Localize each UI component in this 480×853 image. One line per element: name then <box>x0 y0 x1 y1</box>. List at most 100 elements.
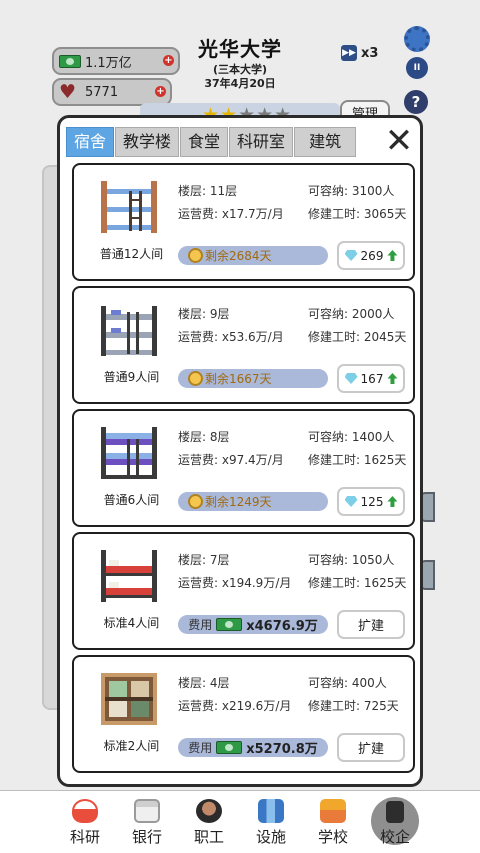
school-icon <box>320 799 346 823</box>
gem-cost: 167 <box>360 371 384 386</box>
construction-progress: 剩余1249天 <box>178 492 328 511</box>
bunk-bed-9-icon <box>101 306 157 356</box>
speed-value: x3 <box>361 45 379 61</box>
capacity-label: 可容纳: <box>308 184 352 198</box>
gem-cost: 269 <box>360 248 384 263</box>
clock-icon <box>188 494 203 509</box>
floors-label: 楼层: <box>178 553 210 567</box>
room-name: 普通12人间 <box>99 247 164 261</box>
build-time-value: 1625天 <box>363 576 407 590</box>
dormitory-dialog: 宿舍 教学楼 食堂 科研室 建筑 ✕ 普通12人间 楼层: 11层 可容纳: 3… <box>57 115 423 787</box>
capacity-value: 2000人 <box>351 307 395 321</box>
bunk-bed-2-icon <box>101 673 157 725</box>
capacity-value: 1400人 <box>351 430 395 444</box>
nav-label: 科研 <box>69 828 100 846</box>
capacity-value: 1050人 <box>351 553 395 567</box>
op-cost-value: x194.9万/月 <box>221 576 292 590</box>
expand-button[interactable]: 扩建 <box>337 733 405 762</box>
floors-label: 楼层: <box>178 430 210 444</box>
diamond-icon <box>344 250 358 261</box>
floors-value: 11层 <box>209 184 238 198</box>
room-name: 普通9人间 <box>103 370 160 384</box>
speed-up-button[interactable]: 167 <box>337 364 405 393</box>
capacity-label: 可容纳: <box>308 307 352 321</box>
floors-label: 楼层: <box>178 676 210 690</box>
build-time-value: 3065天 <box>363 207 407 221</box>
room-card: 标准2人间 楼层: 4层 可容纳: 400人 运营费: x219.6万/月 修建… <box>72 655 415 773</box>
clock-icon <box>188 248 203 263</box>
cost-amount: x4676.9万 <box>246 619 318 634</box>
room-name: 标准4人间 <box>103 616 160 630</box>
floors-value: 8层 <box>209 430 230 444</box>
settings-gear-icon[interactable] <box>404 26 430 52</box>
nav-enterprise[interactable]: 校企 <box>364 791 426 853</box>
op-cost-label: 运营费: <box>178 453 222 467</box>
room-name: 普通6人间 <box>103 493 160 507</box>
nav-staff[interactable]: 职工 <box>178 791 240 853</box>
room-card: 普通9人间 楼层: 9层 可容纳: 2000人 运营费: x53.6万/月 修建… <box>72 286 415 404</box>
op-cost-label: 运营费: <box>178 699 222 713</box>
nav-label: 设施 <box>255 828 286 846</box>
tab-dormitory[interactable]: 宿舍 <box>66 127 115 157</box>
nav-label: 银行 <box>131 828 162 846</box>
close-icon[interactable]: ✕ <box>382 124 416 158</box>
tab-building[interactable]: 建筑 <box>294 127 357 157</box>
op-cost-value: x17.7万/月 <box>221 207 284 221</box>
room-card: 普通6人间 楼层: 8层 可容纳: 1400人 运营费: x97.4万/月 修建… <box>72 409 415 527</box>
floors-value: 9层 <box>209 307 230 321</box>
tab-research-room[interactable]: 科研室 <box>229 127 294 157</box>
up-arrow-icon <box>387 496 398 507</box>
floors-value: 7层 <box>209 553 230 567</box>
diamond-icon <box>344 496 358 507</box>
capacity-label: 可容纳: <box>308 676 352 690</box>
speed-up-button[interactable]: 269 <box>337 241 405 270</box>
nav-facility[interactable]: 设施 <box>240 791 302 853</box>
build-time-label: 修建工时: <box>308 453 364 467</box>
bunk-bed-6-icon <box>101 427 157 479</box>
bank-icon <box>134 799 160 823</box>
build-time-label: 修建工时: <box>308 207 364 221</box>
build-cost: 费用 x4676.9万 <box>178 615 328 634</box>
gem-cost: 125 <box>360 494 384 509</box>
op-cost-label: 运营费: <box>178 330 222 344</box>
up-arrow-icon <box>387 373 398 384</box>
nav-label: 校企 <box>379 828 410 846</box>
construction-progress: 剩余2684天 <box>178 246 328 265</box>
floors-value: 4层 <box>209 676 230 690</box>
remaining-days: 剩余2684天 <box>205 249 272 263</box>
capacity-value: 400人 <box>351 676 387 690</box>
nav-bank[interactable]: 银行 <box>116 791 178 853</box>
cash-icon <box>216 741 243 754</box>
nav-label: 职工 <box>193 828 224 846</box>
room-name: 标准2人间 <box>103 739 160 753</box>
up-arrow-icon <box>387 250 398 261</box>
op-cost-label: 运营费: <box>178 576 222 590</box>
remaining-days: 剩余1249天 <box>205 495 272 509</box>
build-cost: 费用 x5270.8万 <box>178 738 328 757</box>
build-time-value: 1625天 <box>363 453 407 467</box>
bunk-bed-12-icon <box>101 181 157 233</box>
clock-icon <box>188 371 203 386</box>
cost-label: 费用 <box>188 618 213 632</box>
game-date: 37年4月20日 <box>204 77 276 90</box>
pause-icon[interactable]: II <box>406 57 428 79</box>
lock-icon <box>386 801 404 823</box>
speed-control[interactable]: ▶▶ x3 <box>341 45 378 61</box>
op-cost-value: x219.6万/月 <box>221 699 292 713</box>
cost-amount: x5270.8万 <box>246 742 318 757</box>
expand-button[interactable]: 扩建 <box>337 610 405 639</box>
room-card: 普通12人间 楼层: 11层 可容纳: 3100人 运营费: x17.7万/月 … <box>72 163 415 281</box>
cash-icon <box>216 618 243 631</box>
nav-school[interactable]: 学校 <box>302 791 364 853</box>
build-time-label: 修建工时: <box>308 576 364 590</box>
speed-up-button[interactable]: 125 <box>337 487 405 516</box>
tab-canteen[interactable]: 食堂 <box>180 127 229 157</box>
bunk-bed-4-icon <box>101 550 157 602</box>
op-cost-value: x53.6万/月 <box>221 330 284 344</box>
help-icon[interactable]: ? <box>404 90 428 114</box>
nav-research[interactable]: 科研 <box>54 791 116 853</box>
floors-label: 楼层: <box>178 307 210 321</box>
staff-icon <box>196 799 222 823</box>
tab-teaching-building[interactable]: 教学楼 <box>115 127 180 157</box>
bottom-nav: 科研 银行 职工 设施 学校 校企 <box>0 790 480 853</box>
